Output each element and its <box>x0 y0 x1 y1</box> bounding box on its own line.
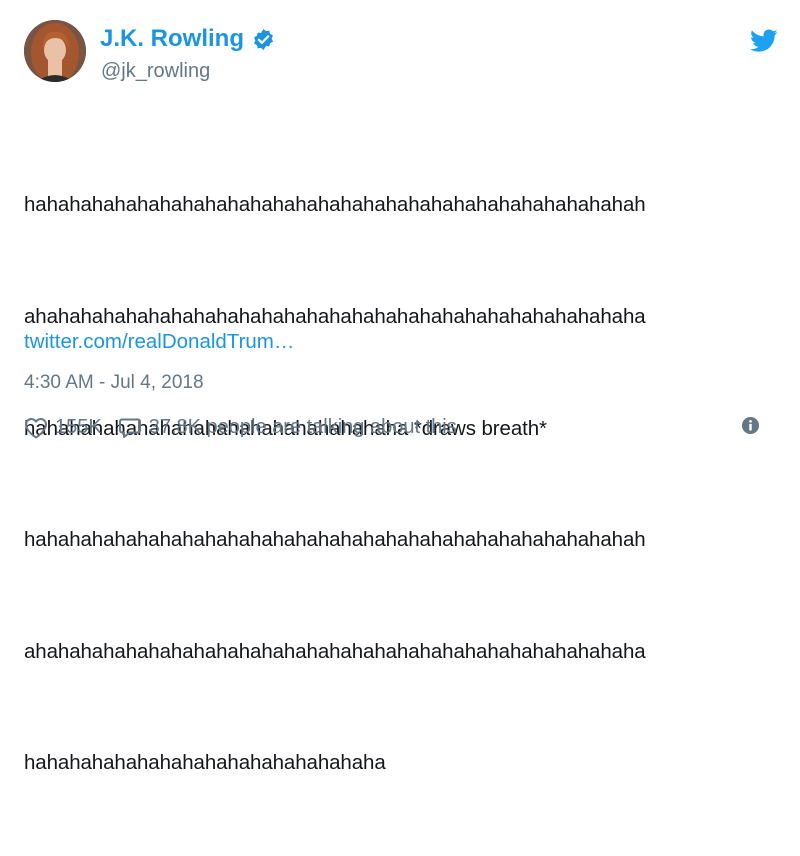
tweet-actions: 155K 37.8K people are talking about this <box>24 416 780 439</box>
tweet-timestamp[interactable]: 4:30 AM - Jul 4, 2018 <box>24 372 204 394</box>
info-icon[interactable] <box>741 416 760 435</box>
author-display-name[interactable]: J.K. Rowling <box>100 25 244 53</box>
like-button[interactable]: 155K <box>24 416 102 439</box>
author-handle[interactable]: @jk_rowling <box>101 60 210 83</box>
verified-badge-icon <box>252 28 275 51</box>
conversation-button[interactable]: 37.8K people are talking about this <box>118 416 457 439</box>
speech-bubble-icon <box>118 417 142 439</box>
heart-icon <box>24 417 48 439</box>
twitter-bird-icon[interactable] <box>750 29 778 53</box>
tweet-text: hahahahahahahahahahahahahahahahahahahaha… <box>24 112 794 856</box>
tweet-link[interactable]: twitter.com/realDonaldTrum… <box>24 330 294 354</box>
tweet-text-line: hahahahahahahahahahahahahahahaha <box>24 751 386 775</box>
tweet-text-line: ahahahahahahahahahahahahahahahahahahahah… <box>24 639 646 663</box>
embedded-tweet: J.K. Rowling @jk_rowling hahahahahahahah… <box>0 0 800 774</box>
like-count: 155K <box>55 416 102 438</box>
tweet-text-line: hahahahahahahahahahahahahahahahahahahaha… <box>24 193 646 217</box>
conversation-count: 37.8K people are talking about this <box>148 416 457 438</box>
tweet-text-line: hahahahahahahahahahahahahahahahahahahaha… <box>24 528 646 552</box>
author-name-row: J.K. Rowling <box>100 25 275 53</box>
avatar[interactable] <box>24 20 86 82</box>
